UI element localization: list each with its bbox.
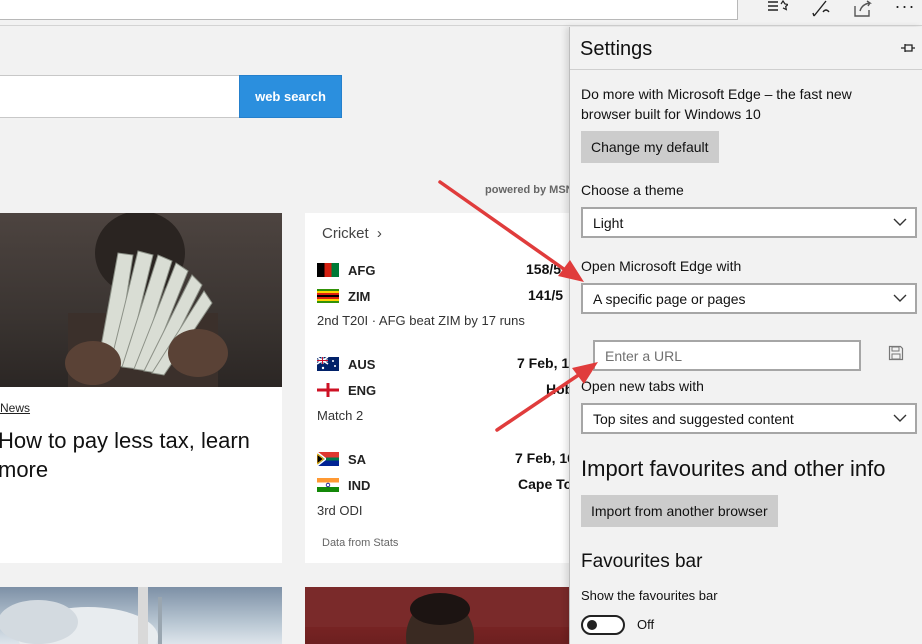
team-code: SA: [348, 451, 367, 467]
rocket-photo[interactable]: [0, 587, 282, 644]
web-note-icon[interactable]: [806, 0, 836, 18]
new-tabs-label: Open new tabs with: [581, 378, 704, 394]
team-row-zim[interactable]: ZIM: [317, 288, 370, 304]
team-score: 158/5: [526, 261, 562, 277]
chevron-down-icon: [893, 414, 907, 422]
cricket-header-label: Cricket: [322, 225, 369, 242]
flag-aus-icon: [317, 357, 339, 371]
team-row-ind[interactable]: IND: [317, 477, 370, 493]
favourites-bar-label: Show the favourites bar: [581, 588, 718, 603]
news-photo: [0, 213, 282, 387]
cricket-scores-card: Cricket › AFG 158/5 ZIM 141/5 2nd T20I ·…: [305, 213, 597, 563]
share-icon[interactable]: [848, 0, 878, 18]
powered-by-label: powered by MSN: [485, 184, 574, 196]
theme-label: Choose a theme: [581, 182, 684, 198]
web-search-input[interactable]: [0, 75, 240, 118]
flag-afg-icon: [317, 263, 339, 277]
team-row-afg[interactable]: AFG: [317, 262, 375, 278]
change-default-button[interactable]: Change my default: [581, 131, 719, 163]
default-browser-text: Do more with Microsoft Edge – the fast n…: [581, 86, 852, 122]
flag-eng-icon: [317, 383, 339, 397]
more-actions-icon[interactable]: ···: [890, 0, 920, 18]
new-tabs-select[interactable]: Top sites and suggested content: [581, 403, 917, 434]
flag-ind-icon: [317, 478, 339, 492]
open-with-label: Open Microsoft Edge with: [581, 258, 742, 274]
flag-sa-icon: [317, 452, 339, 466]
theme-select-value: Light: [593, 214, 624, 231]
news-category-tag[interactable]: News: [0, 401, 30, 415]
url-input[interactable]: [593, 340, 861, 371]
settings-title: Settings: [580, 38, 653, 60]
data-source-label: Data from Stats: [322, 537, 399, 549]
favourites-bar-toggle[interactable]: [581, 615, 625, 635]
browser-toolbar: ···: [0, 0, 922, 26]
team-code: ZIM: [348, 288, 371, 304]
chevron-right-icon: ›: [376, 225, 382, 242]
web-search-button[interactable]: web search: [239, 75, 342, 118]
open-with-select-value: A specific page or pages: [593, 290, 746, 307]
speaker-photo[interactable]: [305, 587, 575, 644]
team-row-eng[interactable]: ENG: [317, 382, 376, 398]
import-button[interactable]: Import from another browser: [581, 495, 778, 527]
cricket-header-link[interactable]: Cricket ›: [322, 225, 382, 242]
team-score: 141/5: [528, 287, 564, 303]
match-note: 3rd ODI: [317, 503, 363, 518]
chevron-down-icon: [893, 218, 907, 226]
team-code: IND: [348, 477, 371, 493]
toggle-state-label: Off: [637, 617, 655, 632]
flag-zim-icon: [317, 289, 339, 303]
team-code: AUS: [348, 356, 376, 372]
team-row-sa[interactable]: SA: [317, 451, 366, 467]
team-code: AFG: [348, 262, 376, 278]
match-result: 2nd T20I · AFG beat ZIM by 17 runs: [317, 313, 525, 328]
save-icon[interactable]: [888, 345, 904, 361]
theme-select[interactable]: Light: [581, 207, 917, 238]
address-bar[interactable]: [0, 0, 738, 20]
news-headline[interactable]: How to pay less tax, learn more: [0, 426, 258, 484]
match-note: Match 2: [317, 408, 364, 423]
chevron-down-icon: [893, 294, 907, 302]
news-card[interactable]: News How to pay less tax, learn more: [0, 213, 282, 563]
favourites-heading: Favourites bar: [581, 551, 703, 572]
import-heading: Import favourites and other info: [581, 456, 886, 481]
team-row-aus[interactable]: AUS: [317, 356, 375, 372]
team-code: ENG: [348, 382, 377, 398]
new-tabs-select-value: Top sites and suggested content: [593, 410, 794, 427]
pin-icon[interactable]: [900, 40, 916, 56]
settings-panel: Settings Do more with Microsoft Edge – t…: [569, 27, 922, 644]
divider: [570, 69, 922, 70]
toggle-knob: [587, 620, 597, 630]
open-with-select[interactable]: A specific page or pages: [581, 283, 917, 314]
hub-icon[interactable]: [762, 0, 792, 18]
